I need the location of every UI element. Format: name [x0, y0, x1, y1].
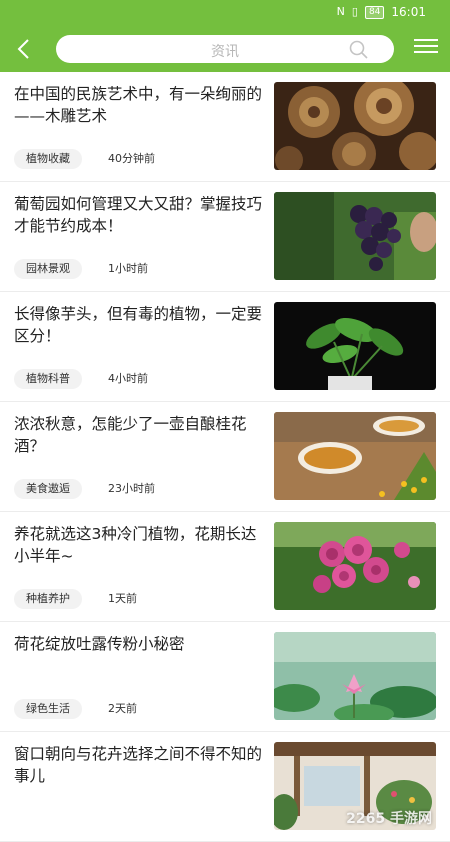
roses-image — [274, 522, 436, 610]
search-input[interactable]: 资讯 — [56, 41, 394, 61]
article-time: 1小时前 — [108, 262, 148, 275]
wood-carving-image — [274, 82, 436, 170]
article-title[interactable]: 葡萄园如何管理又大又甜？掌握技巧才能节约成本！ — [14, 193, 262, 237]
article-time: 23小时前 — [108, 482, 155, 495]
article-thumbnail[interactable] — [274, 412, 436, 500]
grapes-image — [274, 192, 436, 280]
article-item[interactable]: 在中国的民族艺术中，有一朵绚丽的——木雕艺术 植物收藏 40分钟前 — [0, 72, 450, 182]
article-item[interactable]: 葡萄园如何管理又大又甜？掌握技巧才能节约成本！ 园林景观 1小时前 — [0, 182, 450, 292]
article-title[interactable]: 长得像芋头，但有毒的植物，一定要区分！ — [14, 303, 262, 347]
article-time: 40分钟前 — [108, 152, 155, 165]
chevron-left-icon — [17, 39, 29, 59]
article-item[interactable]: 窗口朝向与花卉选择之间不得不知的事儿 2265 手游网 — [0, 732, 450, 842]
article-thumbnail[interactable] — [274, 192, 436, 280]
article-item[interactable]: 长得像芋头，但有毒的植物，一定要区分！ 植物科普 4小时前 — [0, 292, 450, 402]
article-title[interactable]: 在中国的民族艺术中，有一朵绚丽的——木雕艺术 — [14, 83, 262, 127]
article-title[interactable]: 养花就选这3种冷门植物，花期长达小半年~ — [14, 523, 262, 567]
article-tag[interactable]: 美食遨逅 — [14, 479, 82, 499]
article-tag[interactable]: 绿色生活 — [14, 699, 82, 719]
article-title[interactable]: 浓浓秋意，怎能少了一壶自酿桂花酒？ — [14, 413, 262, 457]
article-thumbnail[interactable] — [274, 82, 436, 170]
article-item[interactable]: 浓浓秋意，怎能少了一壶自酿桂花酒？ 美食遨逅 23小时前 — [0, 402, 450, 512]
app-bar: 资讯 — [0, 26, 450, 72]
taro-plant-image — [274, 302, 436, 390]
article-item[interactable]: 养花就选这3种冷门植物，花期长达小半年~ 种植养护 1天前 — [0, 512, 450, 622]
article-item[interactable]: 荷花绽放吐露传粉小秘密 绿色生活 2天前 — [0, 622, 450, 732]
nfc-icon: N — [336, 5, 345, 18]
article-tag[interactable]: 园林景观 — [14, 259, 82, 279]
article-thumbnail[interactable] — [274, 302, 436, 390]
article-thumbnail[interactable]: 2265 手游网 — [274, 742, 436, 830]
vibrate-icon: ▯ — [351, 5, 358, 18]
hamburger-icon — [414, 39, 438, 41]
article-time: 4小时前 — [108, 372, 148, 385]
back-button[interactable] — [12, 36, 38, 62]
article-thumbnail[interactable] — [274, 632, 436, 720]
article-title[interactable]: 窗口朝向与花卉选择之间不得不知的事儿 — [14, 743, 262, 787]
search-icon[interactable] — [348, 39, 370, 61]
article-thumbnail[interactable] — [274, 522, 436, 610]
article-tag[interactable]: 植物收藏 — [14, 149, 82, 169]
article-list: 在中国的民族艺术中，有一朵绚丽的——木雕艺术 植物收藏 40分钟前 葡萄园如何管… — [0, 72, 450, 842]
battery-icon: 84 — [364, 5, 385, 19]
clock: 16:01 — [391, 5, 426, 19]
article-title[interactable]: 荷花绽放吐露传粉小秘密 — [14, 633, 262, 655]
article-tag[interactable]: 植物科普 — [14, 369, 82, 389]
lotus-image — [274, 632, 436, 720]
article-tag[interactable]: 种植养护 — [14, 589, 82, 609]
osmanthus-wine-image — [274, 412, 436, 500]
search-bar[interactable]: 资讯 — [56, 35, 394, 63]
watermark: 2265 手游网 — [346, 811, 432, 827]
article-time: 2天前 — [108, 702, 137, 715]
menu-button[interactable] — [414, 39, 438, 59]
status-bar: N ▯ 84 16:01 — [0, 0, 450, 26]
article-time: 1天前 — [108, 592, 137, 605]
